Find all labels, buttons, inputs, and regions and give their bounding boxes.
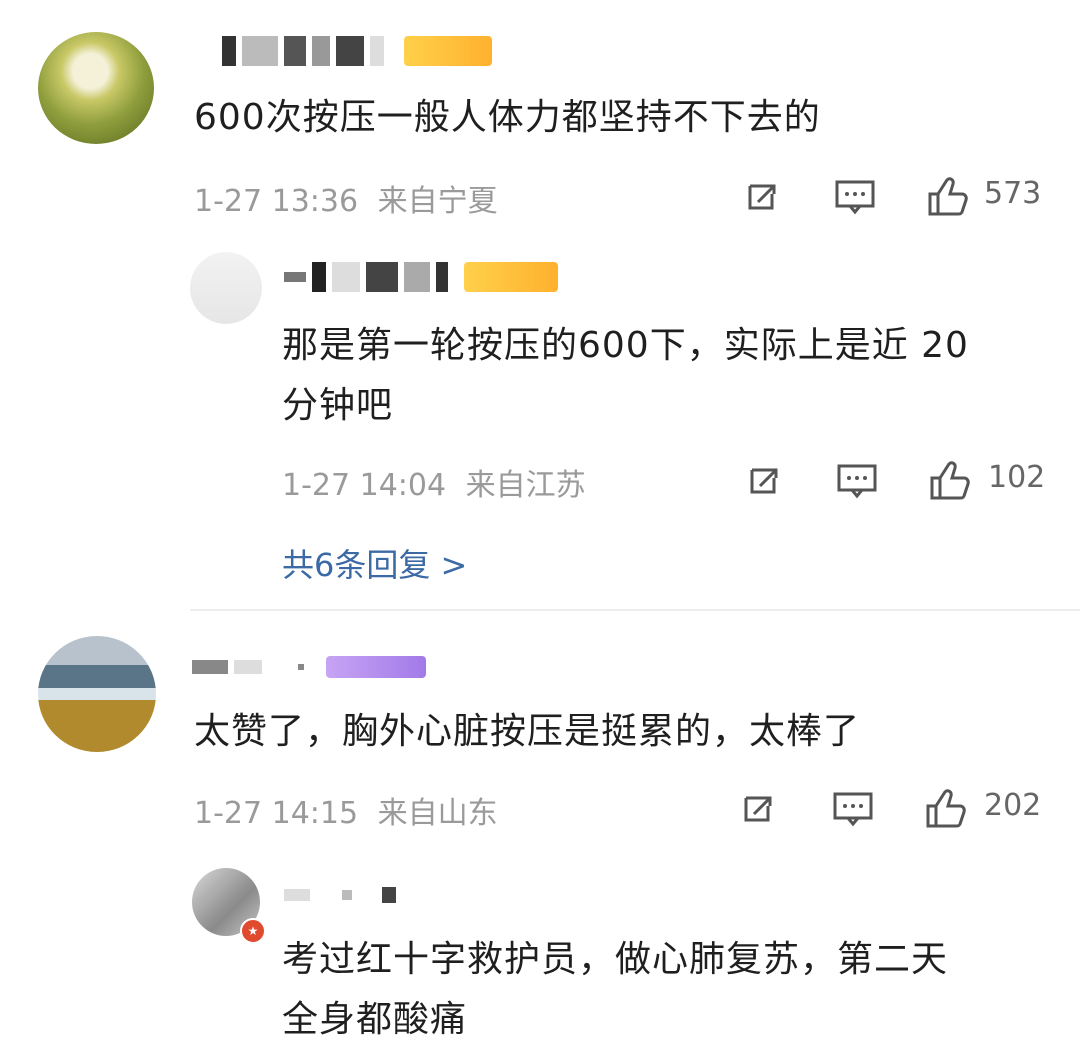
like-icon[interactable]: [926, 456, 972, 502]
username-blurred[interactable]: [284, 260, 558, 294]
comment-meta: 1-27 14:15 来自山东: [194, 788, 498, 832]
username-blurred[interactable]: [222, 34, 492, 68]
share-icon[interactable]: [742, 176, 782, 216]
comment-meta: 1-27 13:36 来自宁夏: [194, 176, 498, 220]
comment-icon[interactable]: [832, 790, 874, 830]
more-replies-link[interactable]: 共6条回复 >: [282, 540, 467, 586]
like-count: 202: [984, 788, 1042, 823]
comment-time: 1-27 14:15: [194, 796, 359, 831]
comment-time: 1-27 14:04: [282, 468, 447, 503]
comment-location: 来自宁夏: [377, 184, 498, 219]
avatar[interactable]: [38, 636, 156, 752]
share-icon[interactable]: [744, 460, 784, 500]
username-blurred[interactable]: [284, 878, 396, 912]
like-count: 102: [988, 460, 1046, 495]
like-icon[interactable]: [924, 172, 970, 218]
verified-badge-icon: ★: [240, 918, 266, 944]
comment-time: 1-27 13:36: [194, 184, 359, 219]
avatar[interactable]: [190, 252, 262, 324]
reply-text-line1: 考过红十字救护员，做心肺复苏，第二天: [282, 939, 949, 980]
share-icon[interactable]: [738, 788, 778, 828]
reply-text-line1: 那是第一轮按压的600下，实际上是近 20: [282, 325, 969, 366]
comment-meta: 1-27 14:04 来自江苏: [282, 460, 586, 504]
username-blurred[interactable]: [192, 650, 426, 684]
comment-icon[interactable]: [834, 178, 876, 218]
comment-icon[interactable]: [836, 462, 878, 502]
comment-text: 600次按压一般人体力都坚持不下去的: [194, 97, 821, 138]
comment-location: 来自山东: [377, 796, 498, 831]
divider: [190, 609, 1080, 611]
like-icon[interactable]: [922, 784, 968, 830]
comment-text: 太赞了，胸外心脏按压是挺累的，太棒了: [194, 711, 861, 752]
comment-location: 来自江苏: [465, 468, 586, 503]
reply-text-line2: 分钟吧: [282, 385, 394, 426]
reply-text-line2: 全身都酸痛: [282, 999, 468, 1040]
avatar[interactable]: [38, 32, 154, 144]
like-count: 573: [984, 176, 1042, 211]
